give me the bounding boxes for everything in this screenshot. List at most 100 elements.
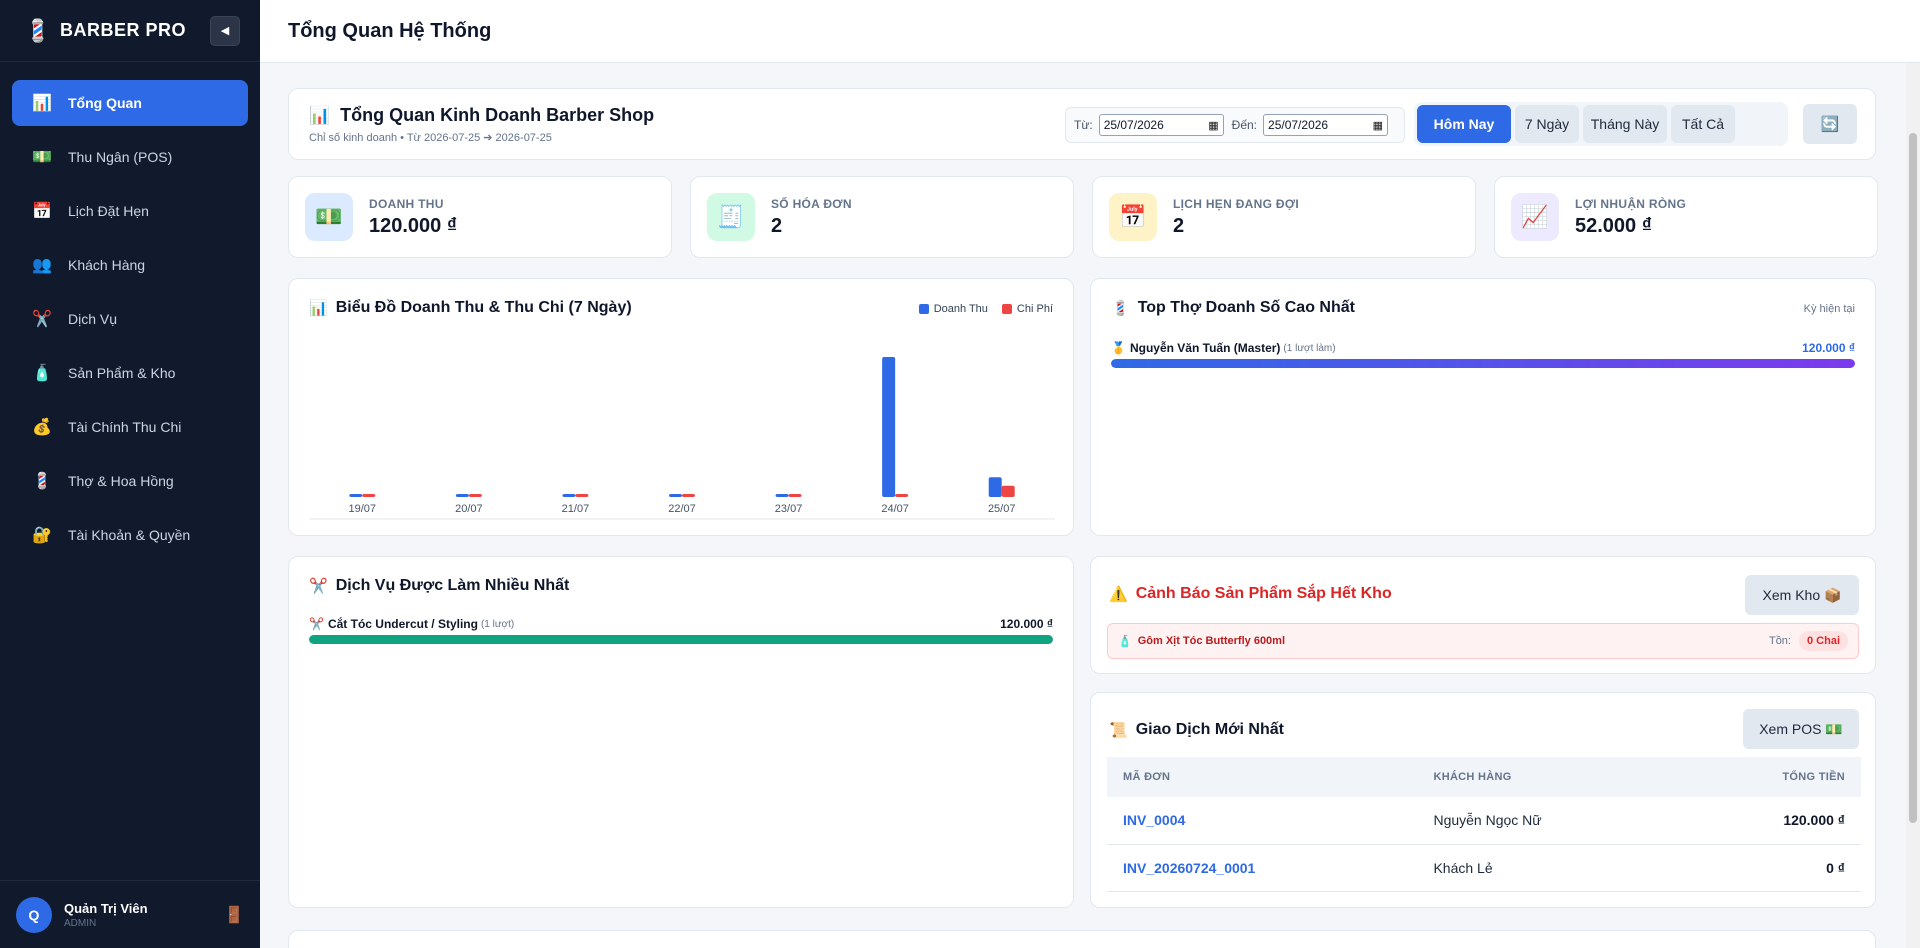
x-tick-label: 21/07 <box>562 503 590 515</box>
view-pos-button[interactable]: Xem POS 💵 <box>1743 709 1859 749</box>
from-date-input[interactable]: 25/07/2026 ▦ <box>1098 114 1224 136</box>
service-progress <box>309 635 1053 644</box>
x-tick-label: 25/07 <box>988 503 1016 515</box>
user-role: ADMIN <box>64 917 97 929</box>
brand: 💈 BARBER PRO ◀ <box>0 0 260 62</box>
scrollbar[interactable] <box>1906 63 1920 948</box>
legend-label: Doanh Thu <box>933 303 988 315</box>
stat-value: 120.000 ₫ <box>369 215 458 237</box>
legend-label: Chi Phí <box>1016 303 1053 315</box>
barber-progress <box>1111 359 1855 368</box>
sidebar-nav: 📊 Tổng Quan 💵 Thu Ngân (POS) 📅 Lịch Đặt Hẹn 👥 K… <box>0 62 260 584</box>
chart-bar <box>669 494 682 497</box>
range-tab[interactable]: 7 Ngày <box>1515 105 1579 143</box>
column-header: TỔNG TIỀN <box>1682 757 1861 797</box>
range-tab[interactable]: Tất Cả <box>1671 105 1735 143</box>
sidebar-item[interactable]: 💵 Thu Ngân (POS) <box>12 134 248 180</box>
chart-icon: 📊 <box>309 105 331 125</box>
sidebar-item-label: Tổng Quan <box>68 95 142 111</box>
column-header: MÃ ĐƠN <box>1107 757 1418 797</box>
collapse-sidebar-button[interactable]: ◀ <box>210 15 240 46</box>
chart-bar <box>788 494 802 497</box>
chart-title: 📊 Biểu Đồ Doanh Thu & Thu Chi (7 Ngày) <box>309 299 632 317</box>
barber-row: 🥇 Nguyễn Văn Tuấn (Master) (1 lượt làm) … <box>1111 341 1855 368</box>
stat-label: SỐ HÓA ĐƠN <box>771 197 852 211</box>
stat-value: 52.000 ₫ <box>1575 215 1652 237</box>
stat-icon: 🧾 <box>707 193 755 241</box>
stock-alert-row: 🧴 Gôm Xịt Tóc Butterfly 600ml Tồn: 0 Cha… <box>1107 623 1859 659</box>
chart-bar <box>362 494 376 497</box>
sidebar-item-label: Lịch Đặt Hẹn <box>68 203 149 219</box>
sidebar-item-label: Tài Khoản & Quyền <box>68 527 191 543</box>
page-title: Tổng Quan Hệ Thống <box>288 19 492 42</box>
view-stock-button[interactable]: Xem Kho 📦 <box>1745 575 1859 615</box>
refresh-button[interactable]: 🔄 <box>1803 104 1857 144</box>
sidebar-item[interactable]: 💰 Tài Chính Thu Chi <box>12 404 248 450</box>
sidebar-item[interactable]: 🔐 Tài Khoản & Quyền <box>12 512 248 558</box>
sidebar-item[interactable]: 💈 Thợ & Hoa Hồng <box>12 458 248 504</box>
revenue-chart-card: 📊 Biểu Đồ Doanh Thu & Thu Chi (7 Ngày) D… <box>288 278 1074 536</box>
sidebar-item-label: Khách Hàng <box>68 257 146 273</box>
chart-bar <box>468 494 482 497</box>
product-name: Gôm Xịt Tóc Butterfly 600ml <box>1137 635 1286 647</box>
legend-swatch <box>918 304 929 314</box>
x-tick-label: 19/07 <box>349 503 377 515</box>
calendar-icon: ▦ <box>1372 119 1383 132</box>
sidebar-item[interactable]: 📊 Tổng Quan <box>12 80 248 126</box>
invoice-code[interactable]: INV_20260724_0001 <box>1107 844 1418 892</box>
invoice-code[interactable]: INV_0004 <box>1107 797 1418 845</box>
range-tab[interactable]: Hôm Nay <box>1417 105 1511 143</box>
range-tabs: Hôm Nay 7 Ngày Tháng Này Tất Cả <box>1414 102 1788 146</box>
nav-icon: 👥 <box>32 257 52 274</box>
legend-swatch <box>1001 304 1012 314</box>
sidebar-item-label: Tài Chính Thu Chi <box>68 419 182 435</box>
stat-value: 2 <box>771 215 783 237</box>
customer-name: Khách Lẻ <box>1417 844 1683 892</box>
top-services-title: ✂️ Dịch Vụ Được Làm Nhiều Nhất <box>309 577 570 595</box>
stock-badge: 0 Chai <box>1798 631 1848 651</box>
chart-bar <box>988 477 1002 497</box>
table-row[interactable]: INV_0004 Nguyễn Ngọc Nữ 120.000 ₫ <box>1107 797 1861 845</box>
sidebar-item[interactable]: ✂️ Dịch Vụ <box>12 296 248 342</box>
stat-card: 📈 LỢI NHUẬN RÒNG 52.000 ₫ <box>1494 176 1878 258</box>
range-tab[interactable]: Tháng Này <box>1583 105 1667 143</box>
stat-value: 2 <box>1173 215 1185 237</box>
user-profile[interactable]: Q Quản Trị Viên ADMIN 🚪 <box>0 880 260 948</box>
chart-bar <box>882 357 896 497</box>
to-date-input[interactable]: 25/07/2026 ▦ <box>1263 114 1388 136</box>
transactions-card: 📜 Giao Dịch Mới Nhất Xem POS 💵 MÃ ĐƠN KH… <box>1090 692 1876 908</box>
overview-subtitle: Chỉ số kinh doanh • Từ 2026-07-25 ➔ 2026… <box>309 132 552 144</box>
sidebar-item[interactable]: 👥 Khách Hàng <box>12 242 248 288</box>
period-label: Kỳ hiện tại <box>1803 303 1855 315</box>
brand-name: BARBER PRO <box>60 20 187 40</box>
chart-bar <box>775 494 789 497</box>
transactions-title: 📜 Giao Dịch Mới Nhất <box>1109 721 1284 739</box>
service-count: (1 lượt) <box>480 618 515 630</box>
stock-alert-title: ⚠️ Cảnh Báo Sản Phẩm Sắp Hết Kho <box>1109 585 1392 603</box>
receipt-icon: 📜 <box>1109 722 1128 739</box>
sidebar-item-label: Thợ & Hoa Hồng <box>68 473 174 489</box>
sidebar: 💈 BARBER PRO ◀ 📊 Tổng Quan 💵 Thu Ngân (POS)… <box>0 0 260 948</box>
chart-bar <box>575 494 589 497</box>
top-barbers-card: 💈 Top Thợ Doanh Số Cao Nhất Kỳ hiện tại … <box>1090 278 1876 536</box>
bottle-icon: 🧴 <box>1118 635 1132 648</box>
scissors-icon: ✂️ <box>309 578 328 595</box>
sidebar-item[interactable]: 📅 Lịch Đặt Hẹn <box>12 188 248 234</box>
column-header: KHÁCH HÀNG <box>1417 757 1683 797</box>
logout-icon[interactable]: 🚪 <box>224 905 244 925</box>
x-tick-label: 22/07 <box>668 503 696 515</box>
sidebar-item[interactable]: 🧴 Sản Phẩm & Kho <box>12 350 248 396</box>
stat-card: 💵 DOANH THU 120.000 ₫ <box>288 176 672 258</box>
next-section-card <box>288 930 1876 948</box>
user-name: Quản Trị Viên <box>64 900 148 916</box>
transactions-table: MÃ ĐƠN KHÁCH HÀNG TỔNG TIỀN INV_0004 Ngu… <box>1107 757 1861 892</box>
barber-pole-icon: 💈 <box>24 17 52 43</box>
scrollbar-thumb[interactable] <box>1909 133 1917 823</box>
top-services-card: ✂️ Dịch Vụ Được Làm Nhiều Nhất ✂️ Cắt Tó… <box>288 556 1074 908</box>
table-row[interactable]: INV_20260724_0001 Khách Lẻ 0 ₫ <box>1107 844 1861 892</box>
legend-item: Chi Phí <box>1001 303 1053 315</box>
stat-label: DOANH THU <box>369 197 444 211</box>
date-range-filter: Từ: 25/07/2026 ▦ Đến: 25/07/2026 ▦ <box>1065 107 1405 143</box>
gold-medal-icon: 🥇 <box>1111 341 1126 355</box>
sidebar-item-label: Sản Phẩm & Kho <box>68 365 176 381</box>
